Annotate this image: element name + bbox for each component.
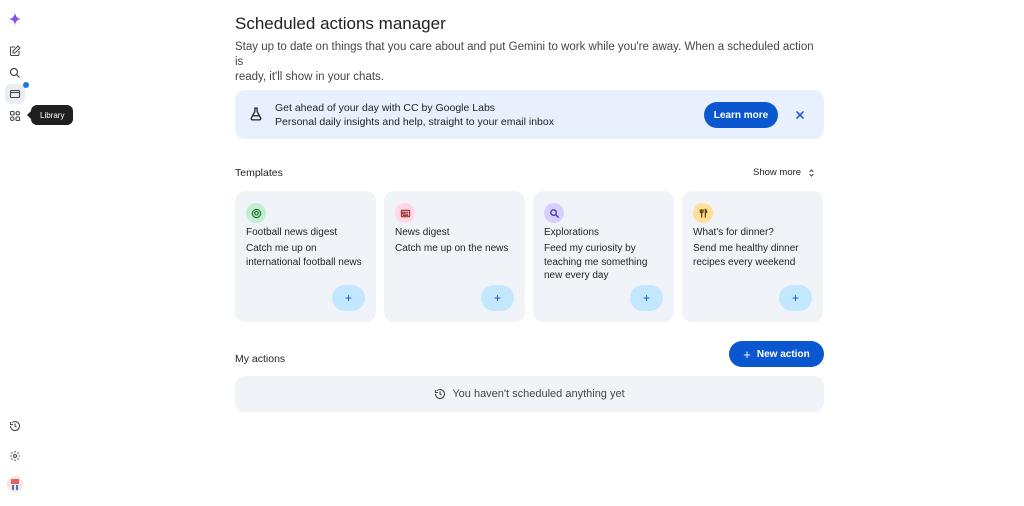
templates-label: Templates xyxy=(235,167,283,179)
template-card-news[interactable]: News digest Catch me up on the news + xyxy=(384,191,525,322)
banner-line-2: Personal daily insights and help, straig… xyxy=(275,116,554,128)
card-description: Catch me up on the news xyxy=(395,243,509,254)
template-card-football[interactable]: Football news digest Catch me up on inte… xyxy=(235,191,376,322)
plus-icon: + xyxy=(743,346,751,362)
apps-icon[interactable] xyxy=(5,106,25,126)
subtitle-line-2: ready, it'll show in your chats. xyxy=(235,71,384,83)
search-icon[interactable] xyxy=(5,63,25,83)
template-cards: Football news digest Catch me up on inte… xyxy=(235,191,824,322)
banner-text: Get ahead of your day with CC by Google … xyxy=(275,101,554,129)
page-title: Scheduled actions manager xyxy=(235,14,446,33)
learn-more-button[interactable]: Learn more xyxy=(704,102,778,128)
card-title: Explorations xyxy=(544,227,600,238)
avatar[interactable] xyxy=(7,476,23,492)
notification-dot xyxy=(23,82,29,88)
library-icon[interactable] xyxy=(5,84,25,104)
soccer-ball-icon xyxy=(246,203,266,223)
page-subtitle: Stay up to date on things that you care … xyxy=(235,40,824,85)
new-action-label: New action xyxy=(756,348,810,360)
history-icon xyxy=(435,388,446,400)
card-description: Send me healthy dinner recipes every wee… xyxy=(693,243,799,268)
search-icon xyxy=(544,203,564,223)
expand-icon xyxy=(809,168,814,177)
card-description: Feed my curiosity by teaching me somethi… xyxy=(544,243,648,281)
library-tooltip: Library xyxy=(26,105,74,125)
show-more-button[interactable]: Show more xyxy=(753,167,816,178)
new-action-button[interactable]: + New action xyxy=(729,341,824,367)
card-title: What's for dinner? xyxy=(693,227,774,238)
empty-state-text: You haven't scheduled anything yet xyxy=(452,388,625,400)
flask-icon xyxy=(250,107,262,121)
promo-banner: Get ahead of your day with CC by Google … xyxy=(235,90,824,139)
add-template-button[interactable]: + xyxy=(630,285,663,311)
add-template-button[interactable]: + xyxy=(332,285,365,311)
history-icon[interactable] xyxy=(5,416,25,436)
card-title: Football news digest xyxy=(246,227,338,238)
edit-icon[interactable] xyxy=(5,41,25,61)
show-more-label: Show more xyxy=(753,167,802,178)
add-template-button[interactable]: + xyxy=(779,285,812,311)
card-description: Catch me up on international football ne… xyxy=(246,243,362,268)
template-card-dinner[interactable]: What's for dinner? Send me healthy dinne… xyxy=(682,191,823,322)
utensils-icon xyxy=(693,203,713,223)
add-template-button[interactable]: + xyxy=(481,285,514,311)
banner-line-1: Get ahead of your day with CC by Google … xyxy=(275,102,496,114)
side-rail: Library xyxy=(0,0,74,506)
subtitle-line-1: Stay up to date on things that you care … xyxy=(235,41,814,68)
card-title: News digest xyxy=(395,227,450,238)
newspaper-icon xyxy=(395,203,415,223)
my-actions-label: My actions xyxy=(235,353,286,365)
gear-icon[interactable] xyxy=(5,446,25,466)
empty-state: You haven't scheduled anything yet xyxy=(235,376,824,412)
sparkle-icon[interactable] xyxy=(5,9,25,29)
template-card-explorations[interactable]: Explorations Feed my curiosity by teachi… xyxy=(533,191,674,322)
close-icon[interactable] xyxy=(792,107,807,122)
